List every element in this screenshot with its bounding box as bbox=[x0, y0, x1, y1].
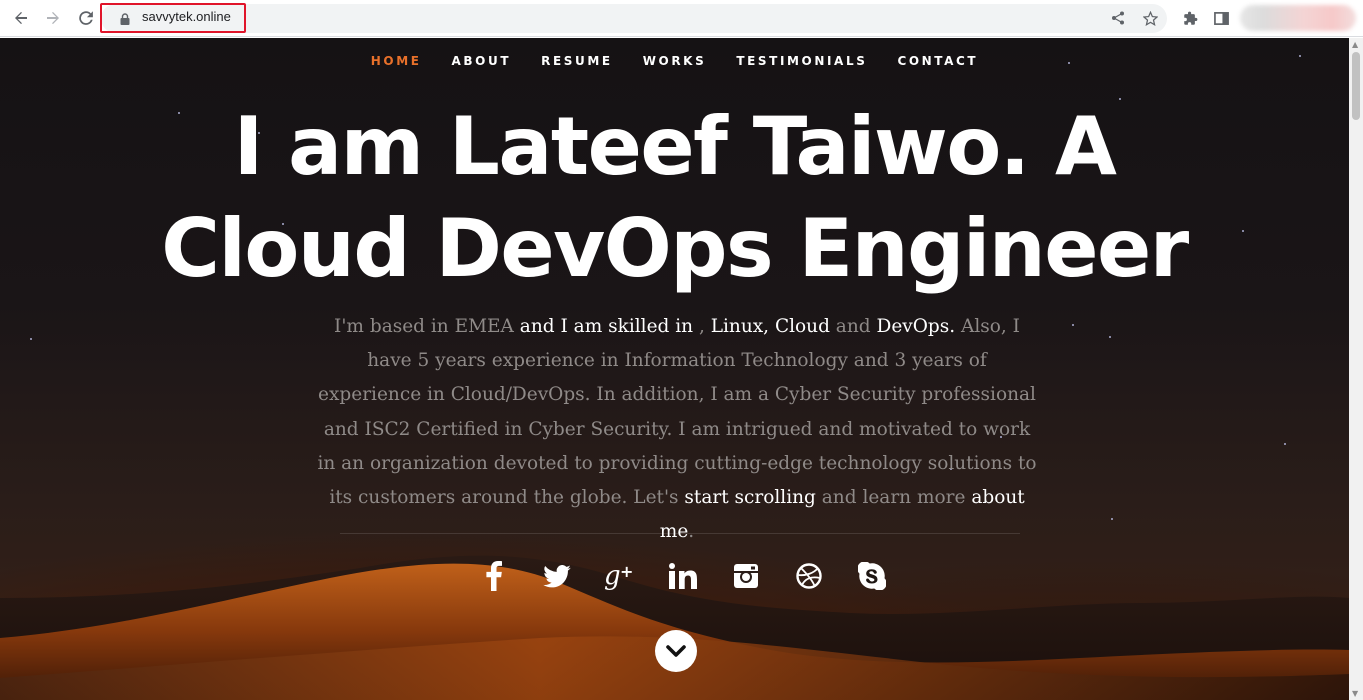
nav-works[interactable]: WORKS bbox=[628, 54, 722, 70]
lock-icon[interactable] bbox=[120, 10, 130, 25]
side-panel-icon[interactable] bbox=[1210, 7, 1232, 29]
intro-learn-more: and learn more bbox=[815, 487, 972, 509]
puzzle-icon[interactable] bbox=[1179, 7, 1201, 29]
forward-arrow-icon[interactable] bbox=[41, 6, 65, 30]
main-nav: HOME ABOUT RESUME WORKS TESTIMONIALS CON… bbox=[0, 54, 1349, 70]
star-dot bbox=[1109, 336, 1111, 338]
social-links: g + bbox=[462, 556, 903, 596]
back-arrow-icon[interactable] bbox=[9, 6, 33, 30]
intro-body: Also, I have 5 years experience in Infor… bbox=[317, 316, 1037, 509]
page-scrollbar[interactable] bbox=[1349, 38, 1363, 700]
star-dot bbox=[1072, 324, 1074, 326]
intro-period: . bbox=[688, 521, 695, 543]
scroll-thumb[interactable] bbox=[1352, 52, 1360, 120]
share-icon[interactable] bbox=[1107, 7, 1129, 29]
headline-line-1: I am Lateef Taiwo. A bbox=[233, 100, 1117, 193]
intro-skilled-text: and I am skilled in bbox=[513, 316, 699, 337]
intro-comma: , bbox=[698, 316, 711, 337]
nav-testimonials[interactable]: TESTIMONIALS bbox=[721, 54, 882, 70]
star-dot bbox=[30, 338, 32, 340]
star-icon[interactable] bbox=[1139, 7, 1161, 29]
intro-skills: Linux, Cloud bbox=[710, 316, 830, 337]
svg-text:+: + bbox=[620, 562, 633, 581]
nav-home[interactable]: HOME bbox=[356, 54, 437, 70]
reload-icon[interactable] bbox=[74, 6, 98, 30]
google-plus-icon[interactable]: g + bbox=[588, 556, 651, 596]
nav-contact[interactable]: CONTACT bbox=[882, 54, 993, 70]
address-bar[interactable] bbox=[101, 4, 1167, 33]
intro-and: and bbox=[829, 316, 877, 337]
nav-resume[interactable]: RESUME bbox=[526, 54, 628, 70]
dribbble-icon[interactable] bbox=[777, 556, 840, 596]
facebook-icon[interactable] bbox=[462, 556, 525, 596]
headline-line-2: Cloud DevOps Engineer bbox=[161, 202, 1189, 295]
scroll-up-arrow[interactable]: ▲ bbox=[1352, 41, 1360, 49]
hero-divider bbox=[340, 533, 1020, 534]
nav-about[interactable]: ABOUT bbox=[437, 54, 527, 70]
intro-devops: DevOps. bbox=[876, 316, 956, 337]
svg-text:g: g bbox=[604, 562, 621, 590]
url-text[interactable]: savvytek.online bbox=[142, 9, 231, 24]
skype-icon[interactable] bbox=[840, 556, 903, 596]
hero-headline: I am Lateef Taiwo. A Cloud DevOps Engine… bbox=[0, 96, 1349, 300]
instagram-icon[interactable] bbox=[714, 556, 777, 596]
intro-location: I'm based in EMEA bbox=[334, 316, 514, 337]
star-dot bbox=[1111, 518, 1113, 520]
start-scrolling-link[interactable]: start scrolling bbox=[684, 487, 815, 508]
star-dot bbox=[1284, 443, 1286, 445]
twitter-icon[interactable] bbox=[525, 556, 588, 596]
profile-avatar[interactable] bbox=[1240, 5, 1356, 31]
hero-intro: I'm based in EMEA and I am skilled in , … bbox=[314, 310, 1040, 549]
chevron-down-icon[interactable] bbox=[655, 630, 697, 672]
scroll-down-arrow[interactable]: ▼ bbox=[1352, 690, 1360, 698]
browser-toolbar: savvytek.online bbox=[0, 0, 1363, 37]
linkedin-icon[interactable] bbox=[651, 556, 714, 596]
